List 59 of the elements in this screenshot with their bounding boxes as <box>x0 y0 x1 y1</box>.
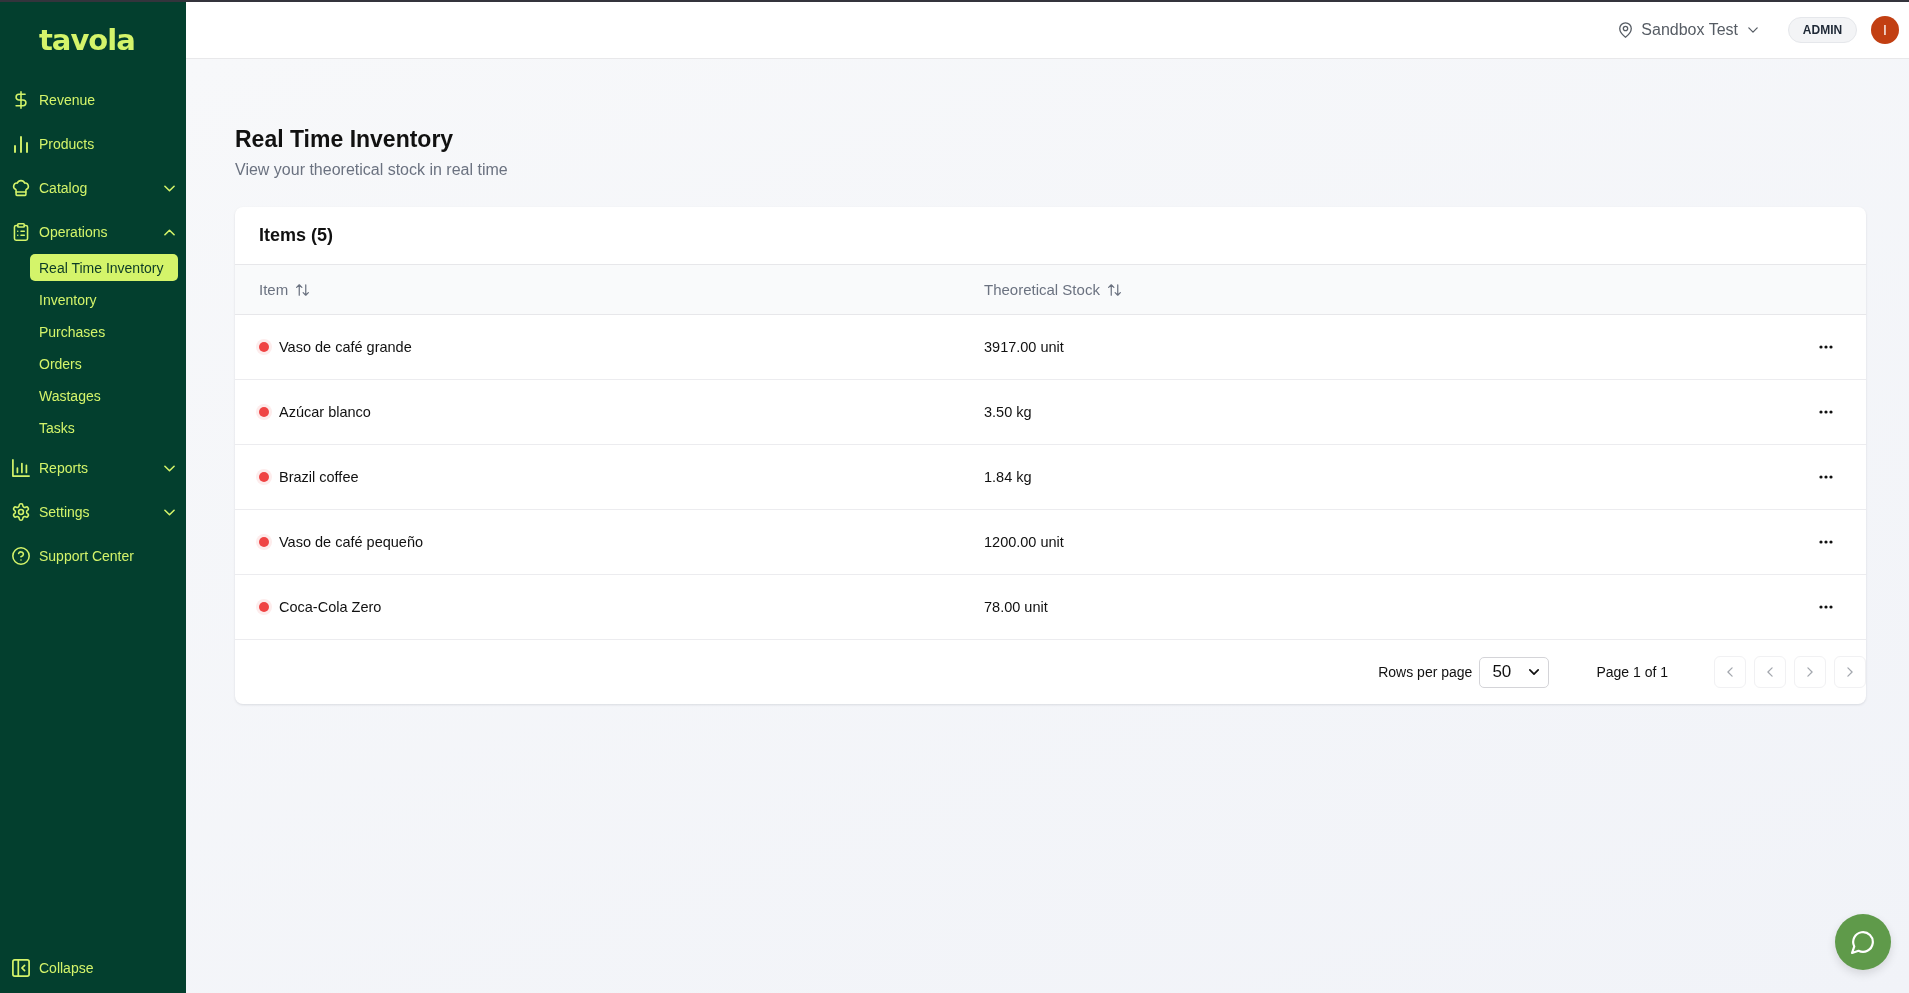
nav-item[interactable]: Revenue <box>0 78 186 122</box>
chef-hat-icon <box>12 179 30 197</box>
page-indicator: Page 1 of 1 <box>1596 664 1668 680</box>
nav-subitem[interactable]: Purchases <box>30 318 178 345</box>
ellipsis-icon <box>1819 345 1833 349</box>
stock-amount: 3.50 kg <box>984 404 1033 420</box>
chevron-right-icon <box>1847 667 1853 677</box>
rows-per-page-select[interactable]: 50 <box>1479 656 1550 688</box>
logo: tavola <box>39 25 135 55</box>
column-chart-icon <box>12 459 30 477</box>
stock-amount: 1200.00 unit <box>984 534 1065 550</box>
dollar-icon <box>12 91 30 109</box>
column-header[interactable]: Item <box>259 281 310 298</box>
clipboard-list-icon <box>12 223 30 241</box>
nav-subitem[interactable]: Orders <box>30 350 178 377</box>
item-name: Vaso de café grande <box>279 339 412 355</box>
collapse-button[interactable]: Collapse <box>0 946 186 990</box>
item-name: Vaso de café pequeño <box>279 534 424 550</box>
chevron-down-icon <box>1748 27 1758 33</box>
location-selector[interactable]: Sandbox Test <box>1619 21 1758 39</box>
nav-item[interactable]: Products <box>0 122 186 166</box>
nav-group[interactable]: Reports <box>0 446 186 490</box>
column-header[interactable]: Theoretical Stock <box>984 281 1121 298</box>
chevron-left-icon <box>1727 667 1733 677</box>
role-badge: ADMIN <box>1788 17 1857 43</box>
nav-group[interactable]: Operations <box>0 210 186 254</box>
help-icon <box>12 547 30 565</box>
chevron-right-icon <box>1807 667 1813 677</box>
ellipsis-icon <box>1819 540 1833 544</box>
page-subtitle: View your theoretical stock in real time <box>235 160 509 180</box>
item-name: Coca-Cola Zero <box>279 599 382 615</box>
stock-amount: 3917.00 unit <box>984 339 1065 355</box>
settings-icon <box>12 503 30 521</box>
sort-icon <box>296 283 310 296</box>
user-avatar[interactable]: I <box>1871 16 1899 44</box>
sidebar-collapse-icon <box>12 959 30 977</box>
ellipsis-icon <box>1819 605 1833 609</box>
stock-amount: 1.84 kg <box>984 469 1033 485</box>
nav-subitem[interactable]: Inventory <box>30 286 178 313</box>
nav-subitem[interactable]: Tasks <box>30 414 178 441</box>
rows-per-page-label: Rows per page <box>1378 664 1473 680</box>
sort-icon <box>1107 283 1121 296</box>
chat-bubble-icon <box>1851 930 1875 954</box>
nav-group[interactable]: Catalog <box>0 166 186 210</box>
chevron-left-icon <box>1767 667 1773 677</box>
nav-item[interactable]: Support Center <box>0 534 186 578</box>
bar-chart-icon <box>12 135 30 153</box>
ellipsis-icon <box>1819 410 1833 414</box>
ellipsis-icon <box>1819 475 1833 479</box>
item-name: Azúcar blanco <box>279 404 371 420</box>
item-name: Brazil coffee <box>279 469 359 485</box>
page-title: Real Time Inventory <box>235 125 455 154</box>
nav-subitem[interactable]: Real Time Inventory <box>30 254 178 281</box>
card-title: Items (5) <box>259 225 334 246</box>
chevron-down-icon <box>1529 669 1540 675</box>
nav-subitem[interactable]: Wastages <box>30 382 178 409</box>
map-pin-icon <box>1619 22 1633 38</box>
nav-group[interactable]: Settings <box>0 490 186 534</box>
stock-amount: 78.00 unit <box>984 599 1049 615</box>
